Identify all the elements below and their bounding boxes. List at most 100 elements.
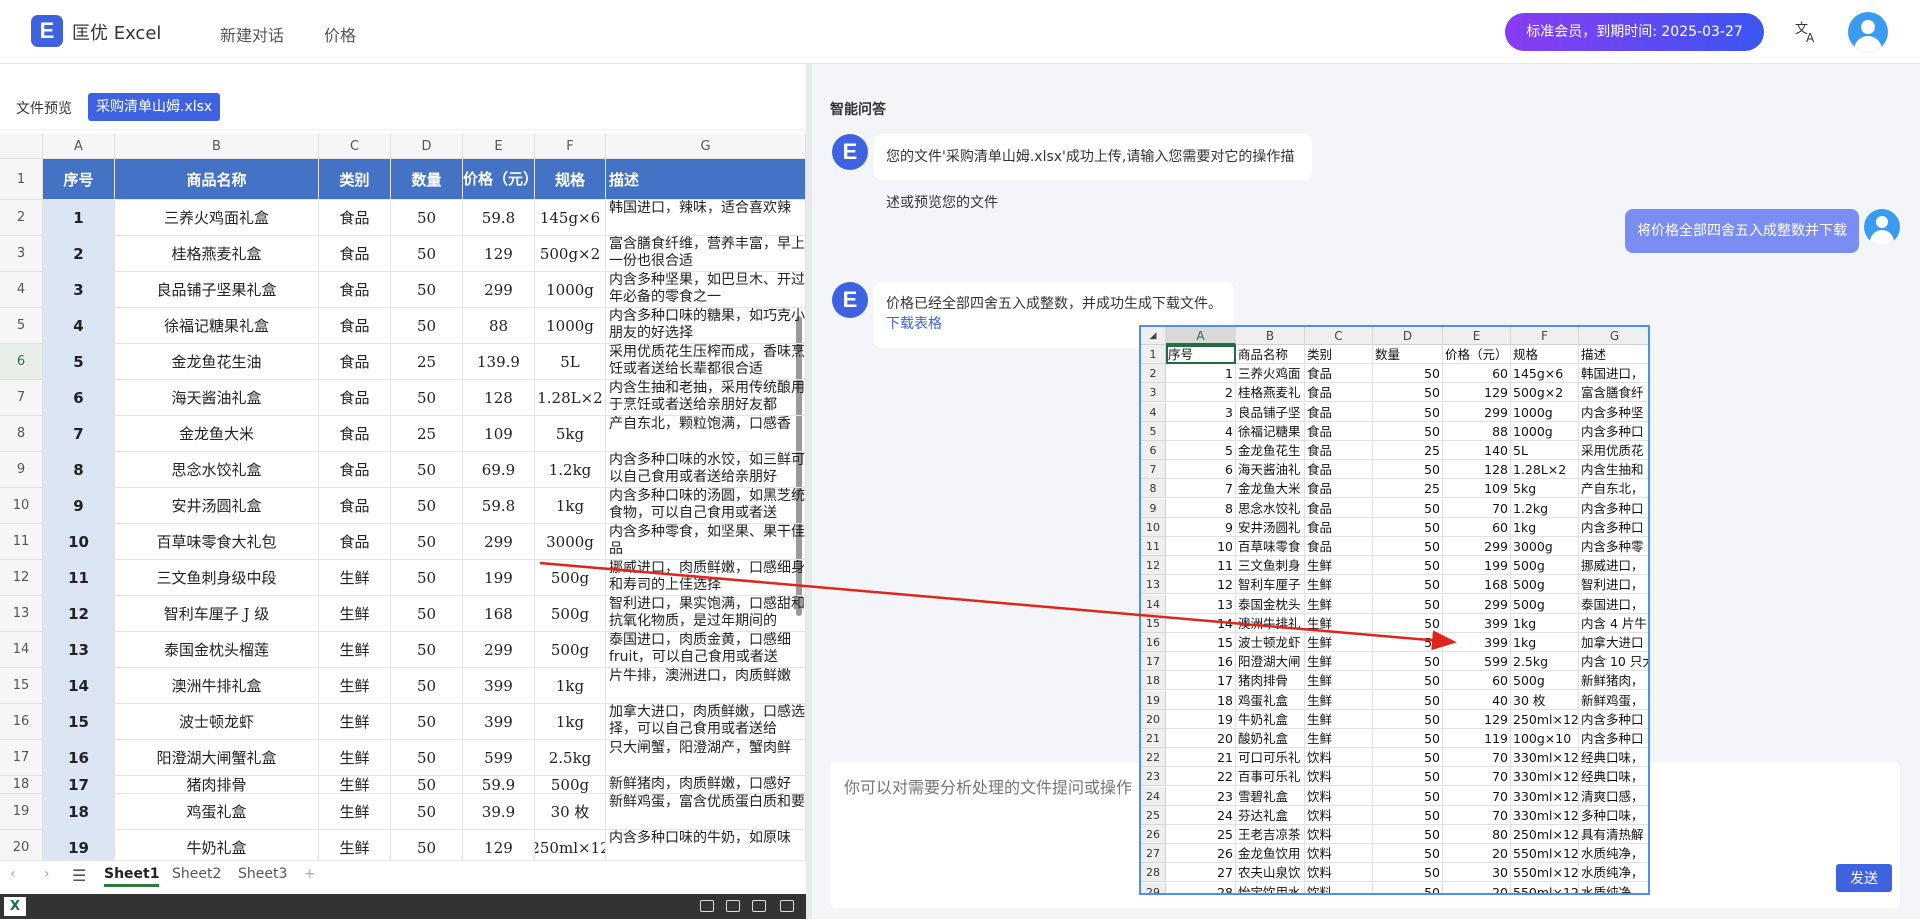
row-header[interactable]: 19 — [0, 794, 43, 830]
app-title[interactable]: 匡优 Excel — [72, 19, 161, 45]
table-cell[interactable]: 599 — [463, 740, 535, 776]
table-cell[interactable]: 5 — [43, 344, 115, 380]
table-cell[interactable]: 50 — [391, 488, 463, 524]
select-all-corner[interactable] — [0, 134, 43, 159]
table-cell[interactable]: 韩国进口，辣味，适合喜欢辣 — [606, 200, 806, 236]
table-cell[interactable]: 6 — [43, 380, 115, 416]
table-cell[interactable]: 1.28L×2 — [535, 380, 606, 416]
table-cell[interactable]: 生鲜 — [319, 776, 391, 794]
table-cell[interactable]: 内含多种口味的糖果，如巧克小朋友的好选择 — [606, 308, 806, 344]
table-cell[interactable]: 500g — [535, 560, 606, 596]
column-header-d[interactable]: D — [391, 134, 463, 159]
table-cell[interactable]: 1.2kg — [535, 452, 606, 488]
table-cell[interactable]: 50 — [391, 272, 463, 308]
table-cell[interactable]: 内含多种零食，如坚果、果干佳品 — [606, 524, 806, 560]
header-cell[interactable]: 商品名称 — [115, 159, 319, 200]
row-header[interactable]: 14 — [0, 632, 43, 668]
tab-sheet1[interactable]: Sheet1 — [104, 866, 160, 887]
table-cell[interactable]: 500g×2 — [535, 236, 606, 272]
row-header[interactable]: 5 — [0, 308, 43, 344]
table-cell[interactable]: 食品 — [319, 308, 391, 344]
table-cell[interactable]: 思念水饺礼盒 — [115, 452, 319, 488]
table-cell[interactable]: 智利进口，果实饱满，口感甜和抗氧化物质，是过年期间的 — [606, 596, 806, 632]
table-cell[interactable]: 金龙鱼大米 — [115, 416, 319, 452]
table-cell[interactable]: 1kg — [535, 668, 606, 704]
table-cell[interactable]: 9 — [43, 488, 115, 524]
table-cell[interactable]: 海天酱油礼盒 — [115, 380, 319, 416]
row-header[interactable]: 2 — [0, 200, 43, 236]
table-cell[interactable]: 2 — [43, 236, 115, 272]
column-header-a[interactable]: A — [43, 134, 115, 159]
table-cell[interactable]: 良品铺子坚果礼盒 — [115, 272, 319, 308]
table-cell[interactable]: 50 — [391, 236, 463, 272]
table-cell[interactable]: 内含生抽和老抽，采用传统酿用于烹饪或者送给亲朋好友都 — [606, 380, 806, 416]
row-header[interactable]: 15 — [0, 668, 43, 704]
table-cell[interactable]: 50 — [391, 794, 463, 830]
table-cell[interactable]: 50 — [391, 452, 463, 488]
table-cell[interactable]: 88 — [463, 308, 535, 344]
row-header[interactable]: 11 — [0, 524, 43, 560]
table-cell[interactable]: 299 — [463, 272, 535, 308]
column-header-b[interactable]: B — [115, 134, 319, 159]
table-cell[interactable]: 生鲜 — [319, 668, 391, 704]
table-cell[interactable]: 5L — [535, 344, 606, 380]
table-cell[interactable]: 桂格燕麦礼盒 — [115, 236, 319, 272]
nav-pricing[interactable]: 价格 — [324, 22, 356, 46]
table-cell[interactable]: 生鲜 — [319, 740, 391, 776]
table-cell[interactable]: 50 — [391, 380, 463, 416]
row-header[interactable]: 7 — [0, 380, 43, 416]
add-sheet-button[interactable]: + — [304, 866, 316, 882]
table-cell[interactable]: 生鲜 — [319, 596, 391, 632]
table-cell[interactable]: 299 — [463, 524, 535, 560]
table-cell[interactable]: 50 — [391, 200, 463, 236]
row-header[interactable]: 1 — [0, 159, 43, 200]
table-cell[interactable]: 199 — [463, 560, 535, 596]
table-cell[interactable]: 生鲜 — [319, 794, 391, 830]
row-header[interactable]: 9 — [0, 452, 43, 488]
table-cell[interactable]: 50 — [391, 740, 463, 776]
table-cell[interactable]: 波士顿龙虾 — [115, 704, 319, 740]
table-cell[interactable]: 30 枚 — [535, 794, 606, 830]
tab-sheet3[interactable]: Sheet3 — [238, 866, 287, 882]
table-cell[interactable]: 加拿大进口，肉质鲜嫩，口感选择，可以自己食用或者送给 — [606, 704, 806, 740]
view-layout-icon[interactable] — [752, 900, 766, 912]
translate-icon[interactable]: 文 A — [1794, 20, 1820, 45]
table-cell[interactable]: 50 — [391, 308, 463, 344]
table-cell[interactable]: 智利车厘子 J 级 — [115, 596, 319, 632]
next-sheet-icon[interactable]: › — [44, 866, 50, 882]
table-cell[interactable]: 富含膳食纤维，营养丰富，早上一份也很合适 — [606, 236, 806, 272]
table-cell[interactable]: 内含多种坚果，如巴旦木、开过年必备的零食之一 — [606, 272, 806, 308]
header-cell[interactable]: 描述 — [606, 159, 806, 200]
view-normal-icon[interactable] — [700, 900, 714, 912]
table-cell[interactable]: 12 — [43, 596, 115, 632]
row-header[interactable]: 17 — [0, 740, 43, 776]
table-cell[interactable]: 猪肉排骨 — [115, 776, 319, 794]
row-header[interactable]: 3 — [0, 236, 43, 272]
app-logo[interactable]: E — [31, 15, 63, 47]
table-cell[interactable]: 只大闸蟹，阳澄湖产，蟹肉鲜 — [606, 740, 806, 776]
table-cell[interactable]: 1 — [43, 200, 115, 236]
table-cell[interactable]: 食品 — [319, 524, 391, 560]
header-cell[interactable]: 规格 — [535, 159, 606, 200]
table-cell[interactable]: 25 — [391, 416, 463, 452]
table-cell[interactable]: 25 — [391, 344, 463, 380]
table-cell[interactable]: 4 — [43, 308, 115, 344]
table-cell[interactable]: 39.9 — [463, 794, 535, 830]
table-cell[interactable]: 59.8 — [463, 488, 535, 524]
table-cell[interactable]: 金龙鱼花生油 — [115, 344, 319, 380]
table-cell[interactable]: 1kg — [535, 704, 606, 740]
table-cell[interactable]: 59.9 — [463, 776, 535, 794]
table-cell[interactable]: 3000g — [535, 524, 606, 560]
table-cell[interactable]: 145g×6 — [535, 200, 606, 236]
table-cell[interactable]: 泰国进口，肉质金黄，口感细fruit，可以自己食用或者送 — [606, 632, 806, 668]
table-cell[interactable]: 500g — [535, 596, 606, 632]
table-cell[interactable]: 399 — [463, 668, 535, 704]
table-cell[interactable]: 产自东北，颗粒饱满，口感香 — [606, 416, 806, 452]
view-page-icon[interactable] — [726, 900, 740, 912]
table-cell[interactable]: 50 — [391, 668, 463, 704]
table-cell[interactable]: 69.9 — [463, 452, 535, 488]
table-cell[interactable]: 安井汤圆礼盒 — [115, 488, 319, 524]
table-cell[interactable]: 食品 — [319, 344, 391, 380]
table-cell[interactable]: 食品 — [319, 488, 391, 524]
header-cell[interactable]: 序号 — [43, 159, 115, 200]
